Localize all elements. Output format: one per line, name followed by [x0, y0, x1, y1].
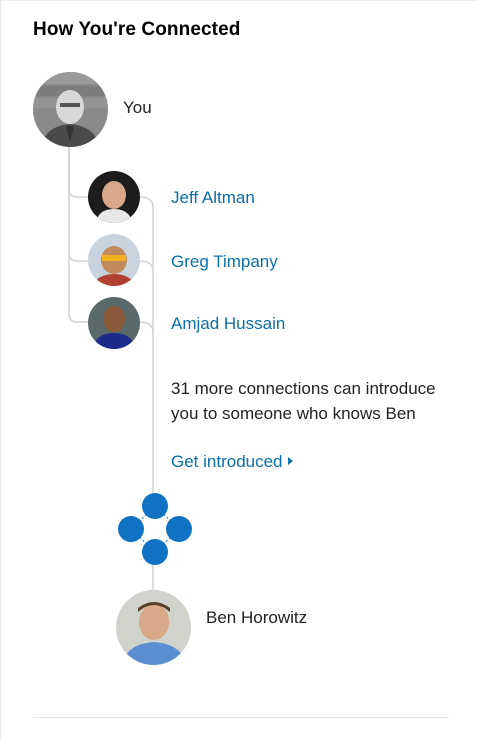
get-introduced-link[interactable]: Get introduced	[171, 452, 293, 472]
target-avatar[interactable]	[116, 590, 191, 665]
you-avatar[interactable]	[33, 72, 108, 147]
target-name: Ben Horowitz	[206, 608, 308, 627]
connections-panel: How You're Connected You Jeff Altman Gre…	[0, 0, 477, 739]
section-divider	[33, 717, 449, 718]
you-label: You	[123, 98, 152, 117]
get-introduced-label: Get introduced	[171, 452, 283, 471]
network-nodes-icon	[118, 493, 192, 565]
caret-right-icon	[287, 457, 293, 465]
connection-avatar[interactable]	[88, 234, 140, 286]
connection-avatar[interactable]	[88, 171, 140, 223]
more-connections-text: 31 more connections can introduce you to…	[171, 379, 436, 423]
connection-avatar[interactable]	[88, 297, 140, 349]
connection-name-link[interactable]: Greg Timpany	[171, 252, 278, 272]
connection-name-link[interactable]: Amjad Hussain	[171, 314, 285, 334]
connection-name-link[interactable]: Jeff Altman	[171, 188, 255, 208]
